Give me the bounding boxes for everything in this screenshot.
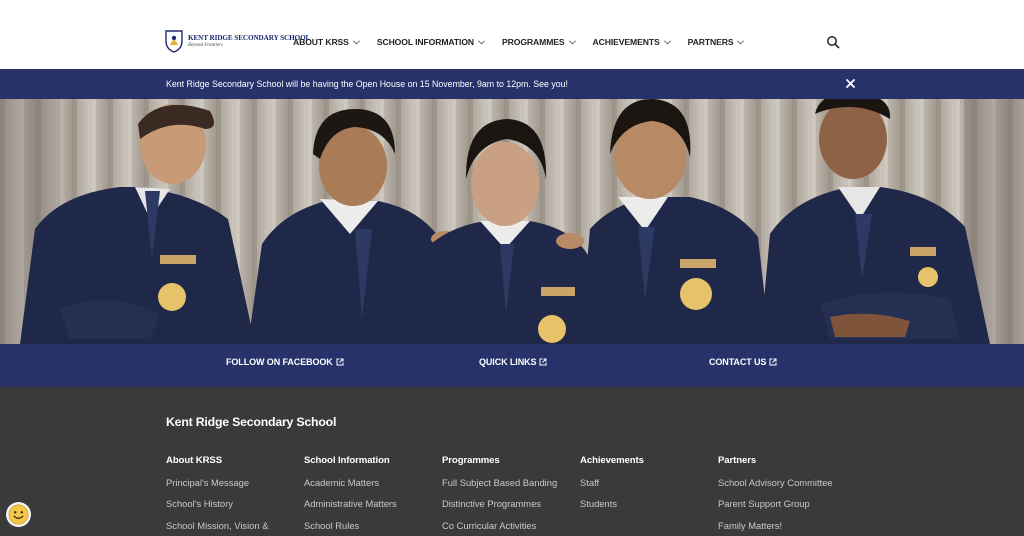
- nav-label: PROGRAMMES: [502, 37, 565, 47]
- nav-programmes[interactable]: PROGRAMMES: [502, 36, 576, 48]
- link-label: FOLLOW ON FACEBOOK: [226, 357, 333, 367]
- school-crest-icon: [165, 30, 183, 53]
- nav-school-information[interactable]: SCHOOL INFORMATION: [377, 36, 485, 48]
- nav-label: ACHIEVEMENTS: [592, 37, 660, 47]
- external-link-icon: [769, 358, 777, 366]
- nav-about-krss[interactable]: ABOUT KRSS: [293, 36, 360, 48]
- footer-heading[interactable]: Programmes: [442, 455, 577, 469]
- footer-link[interactable]: Academic Matters: [304, 477, 439, 491]
- quick-links-link[interactable]: QUICK LINKS: [479, 357, 547, 367]
- chat-widget-button[interactable]: [6, 502, 31, 527]
- nav-label: ABOUT KRSS: [293, 37, 349, 47]
- footer-heading[interactable]: About KRSS: [166, 455, 301, 469]
- logo-name: KENT RIDGE SECONDARY SCHOOL: [188, 34, 311, 42]
- footer-heading[interactable]: Partners: [718, 455, 853, 469]
- chevron-down-icon: [478, 39, 485, 45]
- footer-heading[interactable]: School Information: [304, 455, 439, 469]
- hero-image: [0, 99, 1024, 344]
- footer-link[interactable]: Students: [580, 498, 715, 512]
- footer-link[interactable]: School Mission, Vision &: [166, 520, 301, 534]
- announcement-text: Kent Ridge Secondary School will be havi…: [166, 79, 568, 89]
- close-icon[interactable]: [845, 78, 856, 89]
- footer-column-about: About KRSS Principal's Message School's …: [166, 455, 301, 534]
- nav-partners[interactable]: PARTNERS: [688, 36, 745, 48]
- external-link-icon: [539, 358, 547, 366]
- footer-link[interactable]: Administrative Matters: [304, 498, 439, 512]
- footer-link[interactable]: Parent Support Group: [718, 498, 853, 512]
- announcement-bar: Kent Ridge Secondary School will be havi…: [0, 69, 1024, 99]
- main-nav: ABOUT KRSS SCHOOL INFORMATION PROGRAMMES…: [293, 36, 761, 48]
- footer-link[interactable]: Principal's Message: [166, 477, 301, 491]
- school-logo[interactable]: KENT RIDGE SECONDARY SCHOOL Beyond Front…: [164, 29, 310, 53]
- smiley-icon: [8, 504, 29, 525]
- footer-link[interactable]: School Rules: [304, 520, 439, 534]
- nav-label: PARTNERS: [687, 37, 734, 47]
- nav-label: SCHOOL INFORMATION: [376, 37, 475, 47]
- students-photo: [0, 99, 1024, 344]
- footer-column-partners: Partners School Advisory Committee Paren…: [718, 455, 853, 534]
- site-header: KENT RIDGE SECONDARY SCHOOL Beyond Front…: [0, 0, 1024, 69]
- contact-us-link[interactable]: CONTACT US: [709, 357, 777, 367]
- search-icon[interactable]: [826, 35, 840, 49]
- quick-links-bar: FOLLOW ON FACEBOOK QUICK LINKS CONTACT U…: [0, 344, 1024, 387]
- chevron-down-icon: [737, 39, 745, 45]
- footer-column-achievements: Achievements Staff Students: [580, 455, 715, 512]
- chevron-down-icon: [352, 39, 360, 45]
- footer-column-programmes: Programmes Full Subject Based Banding Di…: [442, 455, 577, 534]
- footer-link[interactable]: School's History: [166, 498, 301, 512]
- site-footer: Kent Ridge Secondary School About KRSS P…: [0, 387, 1024, 536]
- link-label: CONTACT US: [709, 357, 767, 367]
- footer-link[interactable]: Staff: [580, 477, 715, 491]
- footer-link[interactable]: Family Matters!: [718, 520, 853, 534]
- footer-link[interactable]: Distinctive Programmes: [442, 498, 577, 512]
- follow-on-facebook-link[interactable]: FOLLOW ON FACEBOOK: [226, 357, 344, 367]
- footer-link[interactable]: School Advisory Committee: [718, 477, 853, 491]
- footer-title: Kent Ridge Secondary School: [166, 415, 337, 429]
- chevron-down-icon: [663, 39, 671, 45]
- nav-achievements[interactable]: ACHIEVEMENTS: [593, 36, 671, 48]
- logo-tagline: Beyond Frontiers: [188, 43, 223, 48]
- chevron-down-icon: [568, 39, 576, 45]
- external-link-icon: [336, 358, 344, 366]
- footer-column-school-information: School Information Academic Matters Admi…: [304, 455, 439, 534]
- footer-heading[interactable]: Achievements: [580, 455, 715, 469]
- link-label: QUICK LINKS: [479, 357, 537, 367]
- footer-link[interactable]: Full Subject Based Banding: [442, 477, 577, 491]
- footer-link[interactable]: Co Curricular Activities: [442, 520, 577, 534]
